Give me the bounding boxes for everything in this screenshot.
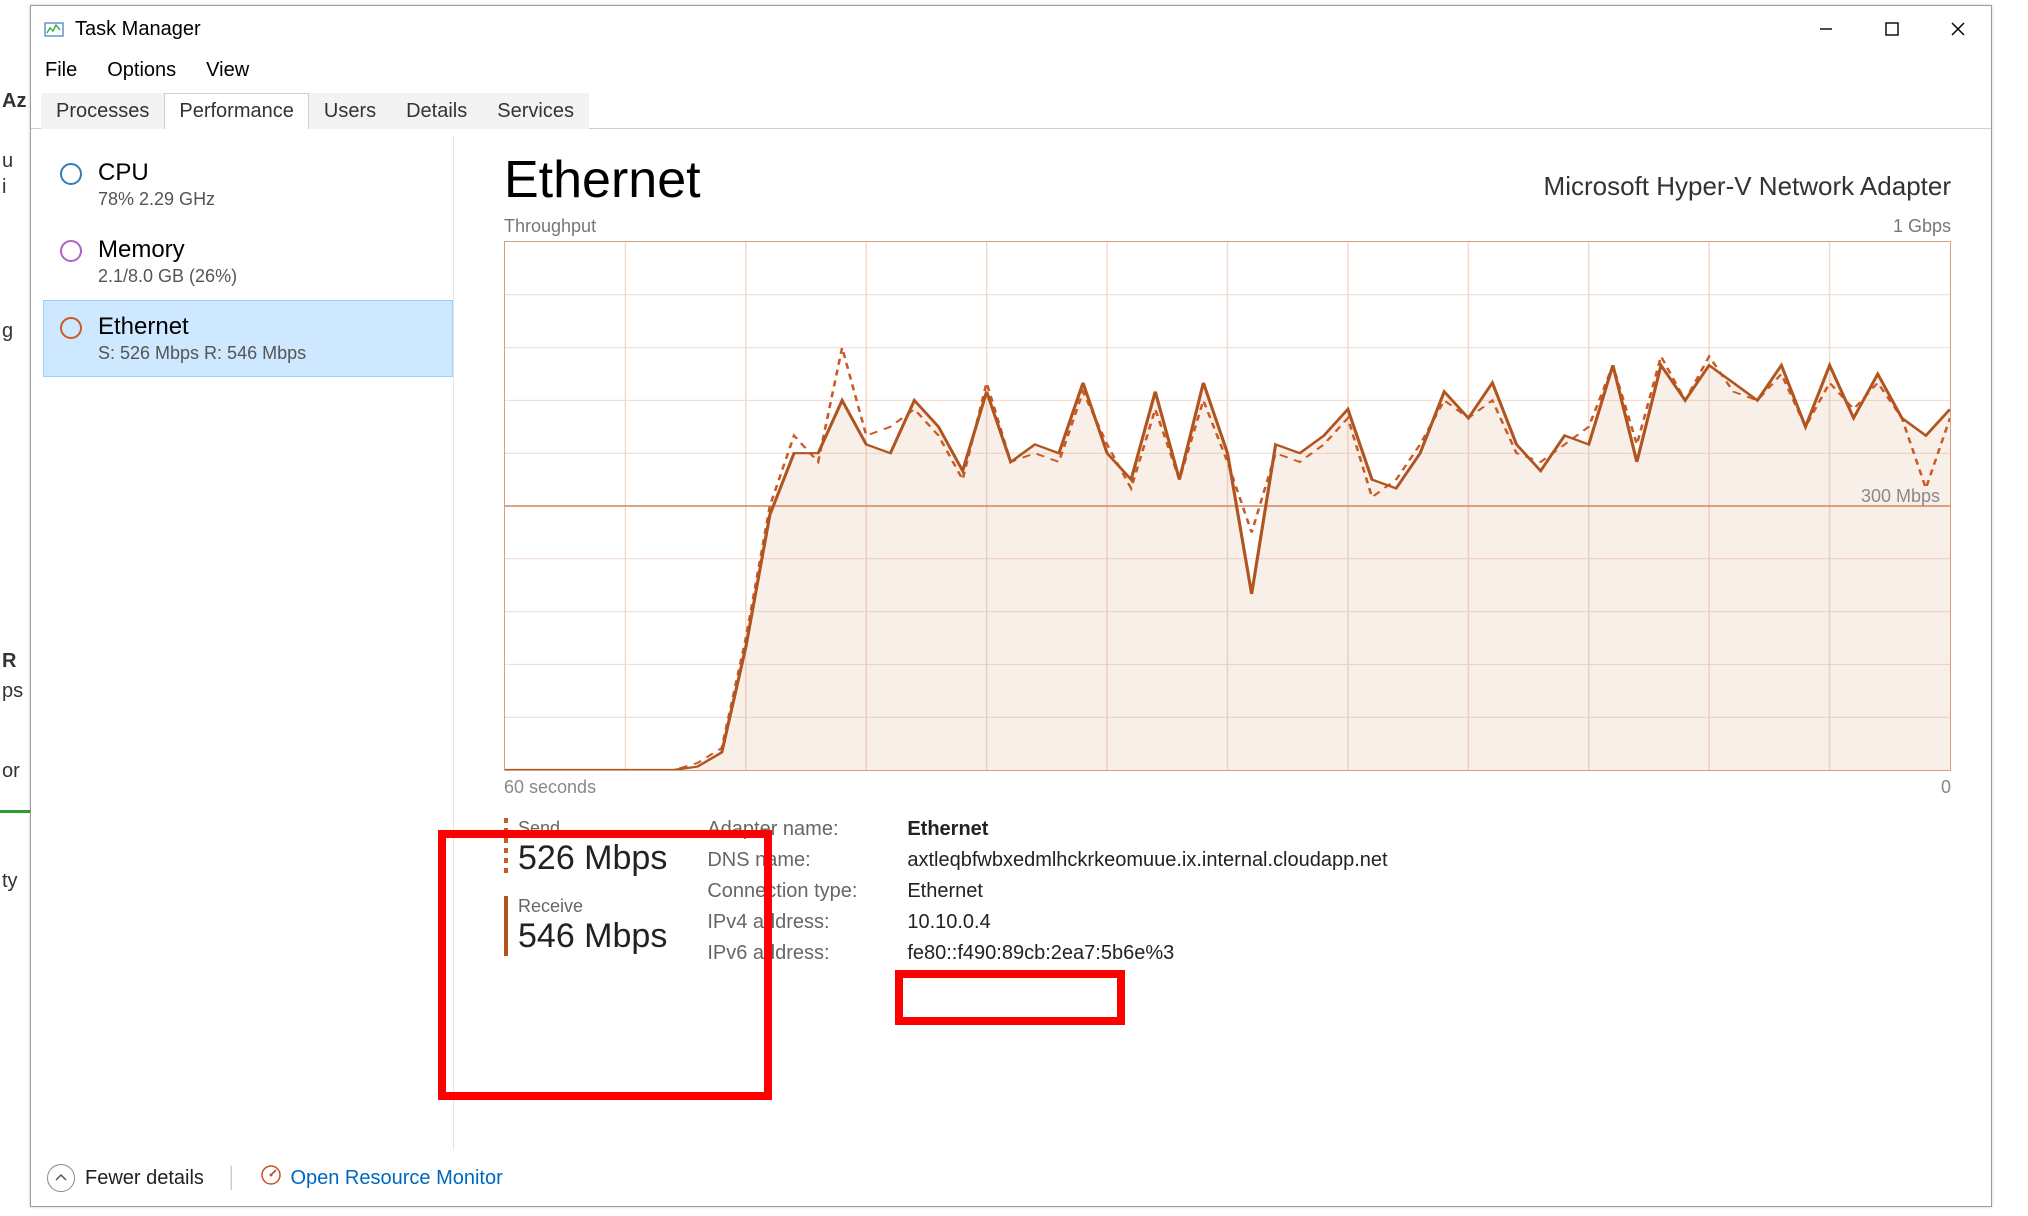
sidebar-item-ethernet[interactable]: Ethernet S: 526 Mbps R: 546 Mbps: [43, 300, 453, 377]
chevron-up-icon: [47, 1164, 75, 1192]
tab-processes[interactable]: Processes: [41, 93, 164, 129]
window-title: Task Manager: [75, 18, 1793, 41]
resource-monitor-icon: [260, 1164, 282, 1192]
chart-x-left: 60 seconds: [504, 777, 596, 798]
send-label: Send: [518, 818, 667, 839]
adapter-description: Microsoft Hyper-V Network Adapter: [1544, 171, 1951, 202]
tab-users[interactable]: Users: [309, 93, 391, 129]
maximize-button[interactable]: [1859, 6, 1925, 52]
task-manager-window: Task Manager File Options Vi: [30, 5, 1992, 1207]
menu-view[interactable]: View: [202, 55, 253, 86]
minimize-button[interactable]: [1793, 6, 1859, 52]
chart-label-throughput: Throughput: [504, 216, 596, 237]
tab-services[interactable]: Services: [482, 93, 589, 129]
tab-performance[interactable]: Performance: [164, 93, 309, 129]
menu-options[interactable]: Options: [103, 55, 180, 86]
sidebar-ethernet-sub: S: 526 Mbps R: 546 Mbps: [98, 343, 306, 364]
footer-separator: │: [226, 1167, 239, 1190]
send-indicator-icon: [504, 818, 508, 878]
sidebar-item-cpu[interactable]: CPU 78% 2.29 GHz: [43, 146, 453, 223]
chart-half-label: 300 Mbps: [1861, 486, 1940, 507]
open-resource-monitor-link[interactable]: Open Resource Monitor: [260, 1164, 502, 1192]
ethernet-panel: Ethernet Microsoft Hyper-V Network Adapt…: [454, 136, 1991, 1150]
sidebar-cpu-title: CPU: [98, 159, 215, 187]
info-ipv6-label: IPv6 address:: [707, 942, 907, 965]
performance-sidebar: CPU 78% 2.29 GHz Memory 2.1/8.0 GB (26%)…: [31, 136, 454, 1150]
sidebar-cpu-sub: 78% 2.29 GHz: [98, 189, 215, 210]
fewer-details-button[interactable]: Fewer details: [47, 1164, 204, 1192]
info-ipv4-value: 10.10.0.4: [907, 911, 990, 934]
chart-x-right: 0: [1941, 777, 1951, 798]
receive-label: Receive: [518, 896, 667, 917]
chart-label-max: 1 Gbps: [1893, 216, 1951, 237]
memory-ring-icon: [60, 240, 82, 262]
sidebar-memory-title: Memory: [98, 236, 237, 264]
sidebar-memory-sub: 2.1/8.0 GB (26%): [98, 266, 237, 287]
resource-monitor-label: Open Resource Monitor: [290, 1167, 502, 1190]
info-dns-label: DNS name:: [707, 849, 907, 872]
info-ipv4-label: IPv4 address:: [707, 911, 907, 934]
menubar: File Options View: [31, 52, 1991, 88]
ethernet-ring-icon: [60, 317, 82, 339]
send-value: 526 Mbps: [518, 839, 667, 878]
titlebar[interactable]: Task Manager: [31, 6, 1991, 52]
info-conn-type-value: Ethernet: [907, 880, 983, 903]
task-manager-icon: [43, 18, 65, 40]
receive-value: 546 Mbps: [518, 917, 667, 956]
info-dns-value: axtleqbfwbxedmlhckrkeomuue.ix.internal.c…: [907, 849, 1387, 872]
adapter-info-table: Adapter name: Ethernet DNS name: axtleqb…: [707, 818, 1387, 974]
cpu-ring-icon: [60, 163, 82, 185]
panel-title: Ethernet: [504, 150, 701, 210]
sidebar-ethernet-title: Ethernet: [98, 313, 306, 341]
info-adapter-name-value: Ethernet: [907, 818, 988, 841]
info-ipv6-value: fe80::f490:89cb:2ea7:5b6e%3: [907, 942, 1174, 965]
sidebar-item-memory[interactable]: Memory 2.1/8.0 GB (26%): [43, 223, 453, 300]
tab-details[interactable]: Details: [391, 93, 482, 129]
fewer-details-label: Fewer details: [85, 1167, 204, 1190]
close-button[interactable]: [1925, 6, 1991, 52]
info-conn-type-label: Connection type:: [707, 880, 907, 903]
tabs: Processes Performance Users Details Serv…: [31, 88, 1991, 129]
footer: Fewer details │ Open Resource Monitor: [31, 1150, 1991, 1206]
menu-file[interactable]: File: [41, 55, 81, 86]
background-window-fragment: Az u i g R ps or ty: [0, 0, 30, 1216]
throughput-chart: 300 Mbps: [504, 241, 1951, 771]
receive-indicator-icon: [504, 896, 508, 956]
info-adapter-name-label: Adapter name:: [707, 818, 907, 841]
